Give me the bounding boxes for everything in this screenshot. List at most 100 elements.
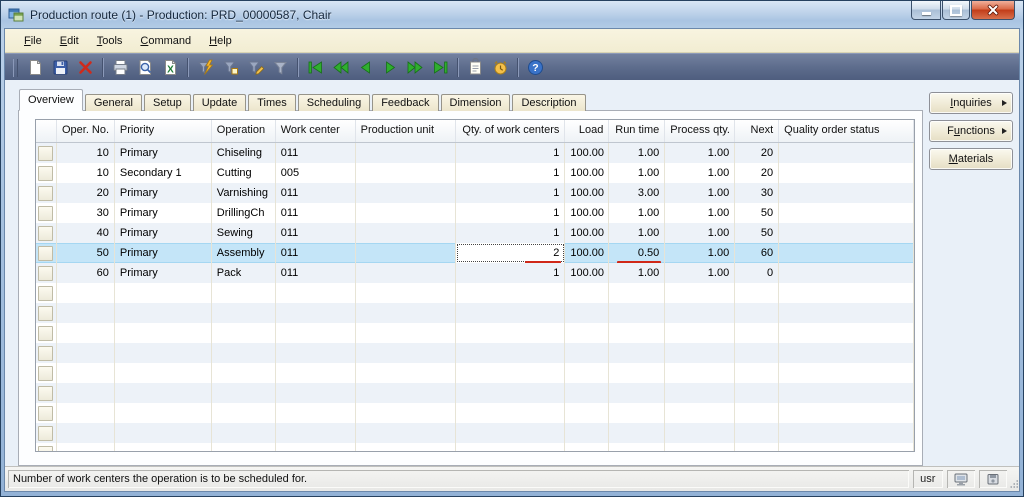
- cell-priority[interactable]: [115, 363, 212, 383]
- tab-scheduling[interactable]: Scheduling: [297, 94, 371, 111]
- cell-process-qty[interactable]: [665, 323, 736, 343]
- new-button[interactable]: [23, 56, 48, 79]
- cell-run-time[interactable]: 3.00: [609, 183, 666, 203]
- remove-filter-button[interactable]: [268, 56, 293, 79]
- tab-feedback[interactable]: Feedback: [372, 94, 439, 111]
- cell-priority[interactable]: [115, 343, 212, 363]
- cell-qty-of-work-centers[interactable]: [456, 383, 566, 403]
- cell-run-time[interactable]: [609, 303, 666, 323]
- help-button[interactable]: ?: [523, 56, 548, 79]
- cell-operation[interactable]: DrillingCh: [212, 203, 276, 223]
- cell-priority[interactable]: Primary: [115, 203, 212, 223]
- cell-oper-no[interactable]: 40: [57, 223, 115, 243]
- cell-load[interactable]: [565, 383, 610, 403]
- cell-load[interactable]: 100.00: [565, 163, 610, 183]
- previous-page-button[interactable]: [328, 56, 353, 79]
- cell-operation[interactable]: [212, 323, 276, 343]
- row-selector[interactable]: [36, 423, 57, 443]
- cell-work-center[interactable]: 011: [276, 243, 356, 263]
- cell-quality-order-status[interactable]: [779, 223, 914, 243]
- cell-production-unit[interactable]: [356, 323, 456, 343]
- cell-oper-no[interactable]: 30: [57, 203, 115, 223]
- last-record-button[interactable]: [428, 56, 453, 79]
- cell-work-center[interactable]: [276, 403, 356, 423]
- cell-production-unit[interactable]: [356, 203, 456, 223]
- cell-next[interactable]: [735, 283, 780, 303]
- column-header-load[interactable]: Load: [565, 120, 610, 142]
- delete-button[interactable]: [73, 56, 98, 79]
- cell-qty-of-work-centers[interactable]: [456, 403, 566, 423]
- cell-work-center[interactable]: [276, 383, 356, 403]
- cell-quality-order-status[interactable]: [779, 243, 914, 263]
- row-selector[interactable]: [36, 163, 57, 183]
- cell-run-time[interactable]: [609, 383, 666, 403]
- cell-operation[interactable]: [212, 363, 276, 383]
- grid-row-10-chiseling[interactable]: 10 Primary Chiseling 011 1 100.00 1.00 1.00 20: [36, 143, 914, 163]
- grid-row-40-sewing[interactable]: 40 Primary Sewing 011 1 100.00 1.00 1.00 50: [36, 223, 914, 243]
- grid-row-empty[interactable]: [36, 343, 914, 363]
- cell-next[interactable]: [735, 343, 780, 363]
- cell-operation[interactable]: [212, 283, 276, 303]
- cell-run-time[interactable]: [609, 363, 666, 383]
- resize-grip[interactable]: [1009, 477, 1020, 491]
- cell-work-center[interactable]: [276, 303, 356, 323]
- cell-qty-of-work-centers[interactable]: [456, 363, 566, 383]
- cell-run-time[interactable]: 0.50: [609, 243, 666, 263]
- grid-row-empty[interactable]: [36, 363, 914, 383]
- title-bar[interactable]: Production route (1) - Production: PRD_0…: [1, 1, 1023, 29]
- cell-oper-no[interactable]: 10: [57, 143, 115, 163]
- cell-process-qty[interactable]: 1.00: [665, 143, 736, 163]
- cell-oper-no[interactable]: [57, 303, 115, 323]
- cell-process-qty[interactable]: [665, 443, 736, 451]
- save-button[interactable]: [48, 56, 73, 79]
- column-header-priority[interactable]: Priority: [115, 120, 212, 142]
- cell-next[interactable]: [735, 443, 780, 451]
- row-selector[interactable]: [36, 223, 57, 243]
- advanced-filter-button[interactable]: [243, 56, 268, 79]
- cell-work-center[interactable]: [276, 363, 356, 383]
- cell-priority[interactable]: Primary: [115, 243, 212, 263]
- functions-button[interactable]: Functions: [929, 120, 1013, 142]
- cell-process-qty[interactable]: 1.00: [665, 223, 736, 243]
- cell-run-time[interactable]: [609, 423, 666, 443]
- cell-oper-no[interactable]: [57, 443, 115, 451]
- cell-work-center[interactable]: [276, 423, 356, 443]
- cell-operation[interactable]: Assembly: [212, 243, 276, 263]
- row-selector[interactable]: [36, 143, 57, 163]
- column-header-process-qty[interactable]: Process qty.: [665, 120, 736, 142]
- cell-quality-order-status[interactable]: [779, 443, 914, 451]
- tab-description[interactable]: Description: [512, 94, 586, 111]
- cell-qty-of-work-centers[interactable]: 1: [456, 183, 566, 203]
- cell-production-unit[interactable]: [356, 423, 456, 443]
- maximize-button[interactable]: [942, 1, 970, 20]
- cell-priority[interactable]: [115, 383, 212, 403]
- cell-operation[interactable]: [212, 423, 276, 443]
- cell-load[interactable]: [565, 443, 610, 451]
- column-header-run-time[interactable]: Run time: [609, 120, 666, 142]
- cell-production-unit[interactable]: [356, 263, 456, 283]
- cell-next[interactable]: 0: [735, 263, 780, 283]
- cell-qty-of-work-centers[interactable]: [456, 283, 566, 303]
- tab-general[interactable]: General: [84, 94, 142, 111]
- menu-file[interactable]: File: [15, 32, 51, 50]
- grid-row-empty[interactable]: [36, 323, 914, 343]
- cell-quality-order-status[interactable]: [779, 183, 914, 203]
- cell-process-qty[interactable]: [665, 403, 736, 423]
- row-selector[interactable]: [36, 343, 57, 363]
- cell-oper-no[interactable]: 60: [57, 263, 115, 283]
- cell-operation[interactable]: [212, 343, 276, 363]
- menu-command[interactable]: Command: [131, 32, 200, 50]
- grid-row-30-drillingch[interactable]: 30 Primary DrillingCh 011 1 100.00 1.00 1.00 50: [36, 203, 914, 223]
- column-header-qty-of-work-centers[interactable]: Qty. of work centers: [456, 120, 566, 142]
- cell-production-unit[interactable]: [356, 363, 456, 383]
- cell-priority[interactable]: Secondary 1: [115, 163, 212, 183]
- cell-priority[interactable]: Primary: [115, 143, 212, 163]
- cell-oper-no[interactable]: [57, 403, 115, 423]
- cell-quality-order-status[interactable]: [779, 403, 914, 423]
- cell-next[interactable]: 50: [735, 223, 780, 243]
- cell-production-unit[interactable]: [356, 163, 456, 183]
- cell-work-center[interactable]: 011: [276, 263, 356, 283]
- cell-process-qty[interactable]: 1.00: [665, 243, 736, 263]
- close-button[interactable]: [971, 1, 1015, 20]
- row-selector[interactable]: [36, 243, 57, 263]
